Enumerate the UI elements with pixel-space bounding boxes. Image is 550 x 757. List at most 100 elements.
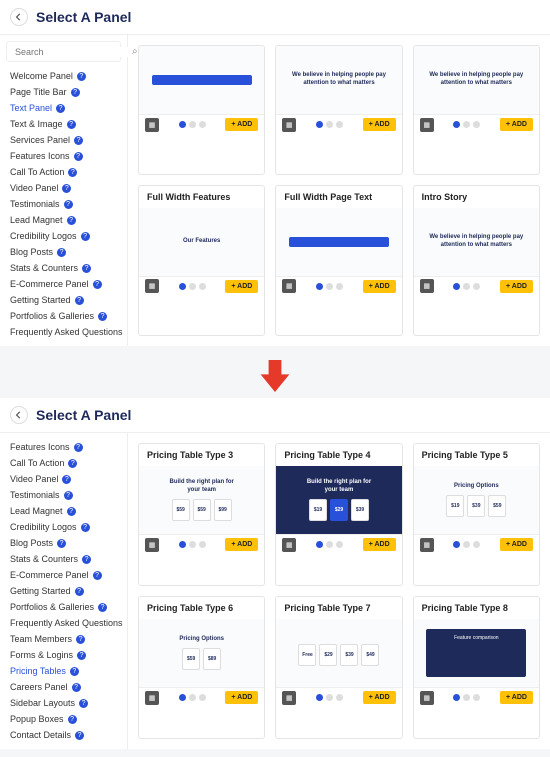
sidebar-item[interactable]: Blog Posts?: [0, 244, 127, 260]
help-icon[interactable]: ?: [70, 667, 79, 676]
preview-icon[interactable]: ▦: [282, 538, 296, 552]
preview-icon[interactable]: ▦: [420, 538, 434, 552]
help-icon[interactable]: ?: [76, 635, 85, 644]
sidebar-item[interactable]: Pricing Tables?: [0, 663, 127, 679]
back-button[interactable]: [10, 406, 28, 424]
sidebar-item[interactable]: Welcome Panel?: [0, 68, 127, 84]
sidebar-item[interactable]: Blog Posts?: [0, 535, 127, 551]
panel-card[interactable]: Pricing Table Type 7 Free$29$39$49 ▦ + A…: [275, 596, 402, 739]
help-icon[interactable]: ?: [74, 152, 83, 161]
help-icon[interactable]: ?: [68, 715, 77, 724]
preview-icon[interactable]: ▦: [145, 279, 159, 293]
sidebar-item[interactable]: Features Icons?: [0, 439, 127, 455]
add-button[interactable]: + ADD: [500, 538, 533, 551]
panel-card[interactable]: Pricing Table Type 3 Build the right pla…: [138, 443, 265, 586]
sidebar-item[interactable]: Careers Panel?: [0, 679, 127, 695]
sidebar-item[interactable]: Stats & Counters?: [0, 551, 127, 567]
variant-dots[interactable]: [453, 694, 480, 701]
preview-icon[interactable]: ▦: [145, 538, 159, 552]
sidebar-item[interactable]: Video Panel?: [0, 471, 127, 487]
help-icon[interactable]: ?: [57, 248, 66, 257]
help-icon[interactable]: ?: [67, 120, 76, 129]
help-icon[interactable]: ?: [79, 699, 88, 708]
sidebar-item[interactable]: Portfolios & Galleries?: [0, 308, 127, 324]
variant-dots[interactable]: [316, 694, 343, 701]
help-icon[interactable]: ?: [75, 731, 84, 740]
help-icon[interactable]: ?: [98, 603, 107, 612]
help-icon[interactable]: ?: [57, 539, 66, 548]
help-icon[interactable]: ?: [77, 72, 86, 81]
sidebar-item[interactable]: Team Members?: [0, 631, 127, 647]
help-icon[interactable]: ?: [93, 280, 102, 289]
sidebar-item[interactable]: Frequently Asked Questions?: [0, 324, 127, 340]
sidebar-item[interactable]: Sidebar Layouts?: [0, 695, 127, 711]
panel-card[interactable]: Pricing Table Type 4 Build the right pla…: [275, 443, 402, 586]
help-icon[interactable]: ?: [75, 587, 84, 596]
help-icon[interactable]: ?: [75, 296, 84, 305]
sidebar-item[interactable]: Popup Boxes?: [0, 711, 127, 727]
help-icon[interactable]: ?: [72, 683, 81, 692]
help-icon[interactable]: ?: [82, 555, 91, 564]
sidebar-item[interactable]: Credibility Logos?: [0, 228, 127, 244]
preview-icon[interactable]: ▦: [420, 279, 434, 293]
preview-icon[interactable]: ▦: [282, 279, 296, 293]
help-icon[interactable]: ?: [93, 571, 102, 580]
help-icon[interactable]: ?: [74, 136, 83, 145]
help-icon[interactable]: ?: [64, 491, 73, 500]
help-icon[interactable]: ?: [68, 459, 77, 468]
variant-dots[interactable]: [179, 694, 206, 701]
panel-card[interactable]: Full Width Features Our Features ▦ + ADD: [138, 185, 265, 337]
sidebar-item[interactable]: E-Commerce Panel?: [0, 567, 127, 583]
variant-dots[interactable]: [316, 283, 343, 290]
help-icon[interactable]: ?: [77, 651, 86, 660]
variant-dots[interactable]: [453, 121, 480, 128]
sidebar-item[interactable]: Call To Action?: [0, 164, 127, 180]
help-icon[interactable]: ?: [67, 216, 76, 225]
help-icon[interactable]: ?: [82, 264, 91, 273]
sidebar-item[interactable]: E-Commerce Panel?: [0, 276, 127, 292]
sidebar-item[interactable]: Page Title Bar?: [0, 84, 127, 100]
panel-card[interactable]: Full Width Page Text ▦ + ADD: [275, 185, 402, 337]
preview-icon[interactable]: ▦: [145, 691, 159, 705]
help-icon[interactable]: ?: [68, 168, 77, 177]
sidebar-item[interactable]: Contact Details?: [0, 727, 127, 743]
sidebar-item[interactable]: Call To Action?: [0, 455, 127, 471]
back-button[interactable]: [10, 8, 28, 26]
sidebar-item[interactable]: Features Icons?: [0, 148, 127, 164]
help-icon[interactable]: ?: [64, 200, 73, 209]
sidebar-item[interactable]: Frequently Asked Questions?: [0, 615, 127, 631]
add-button[interactable]: + ADD: [363, 280, 396, 293]
sidebar-item[interactable]: Lead Magnet?: [0, 212, 127, 228]
panel-card[interactable]: Pricing Table Type 8 Feature comparison …: [413, 596, 540, 739]
add-button[interactable]: + ADD: [225, 118, 258, 131]
sidebar-item[interactable]: Testimonials?: [0, 196, 127, 212]
sidebar-item[interactable]: Getting Started?: [0, 292, 127, 308]
sidebar-item[interactable]: Getting Started?: [0, 583, 127, 599]
panel-card[interactable]: We believe in helping people payattentio…: [275, 45, 402, 175]
preview-icon[interactable]: ▦: [420, 691, 434, 705]
sidebar-item[interactable]: Portfolios & Galleries?: [0, 599, 127, 615]
panel-card[interactable]: Pricing Table Type 6 Pricing Options$59$…: [138, 596, 265, 739]
help-icon[interactable]: ?: [56, 104, 65, 113]
help-icon[interactable]: ?: [81, 523, 90, 532]
help-icon[interactable]: ?: [62, 475, 71, 484]
sidebar-item[interactable]: Text & Image?: [0, 116, 127, 132]
sidebar-item[interactable]: Credibility Logos?: [0, 519, 127, 535]
add-button[interactable]: + ADD: [363, 538, 396, 551]
help-icon[interactable]: ?: [98, 312, 107, 321]
variant-dots[interactable]: [453, 283, 480, 290]
add-button[interactable]: + ADD: [225, 280, 258, 293]
preview-icon[interactable]: ▦: [145, 118, 159, 132]
search-box[interactable]: ⌕: [6, 41, 121, 62]
variant-dots[interactable]: [453, 541, 480, 548]
panel-card[interactable]: ▦ + ADD: [138, 45, 265, 175]
panel-card[interactable]: We believe in helping people payattentio…: [413, 45, 540, 175]
variant-dots[interactable]: [316, 541, 343, 548]
preview-icon[interactable]: ▦: [420, 118, 434, 132]
help-icon[interactable]: ?: [67, 507, 76, 516]
help-icon[interactable]: ?: [62, 184, 71, 193]
panel-card[interactable]: Intro Story We believe in helping people…: [413, 185, 540, 337]
add-button[interactable]: + ADD: [225, 691, 258, 704]
preview-icon[interactable]: ▦: [282, 118, 296, 132]
add-button[interactable]: + ADD: [500, 280, 533, 293]
